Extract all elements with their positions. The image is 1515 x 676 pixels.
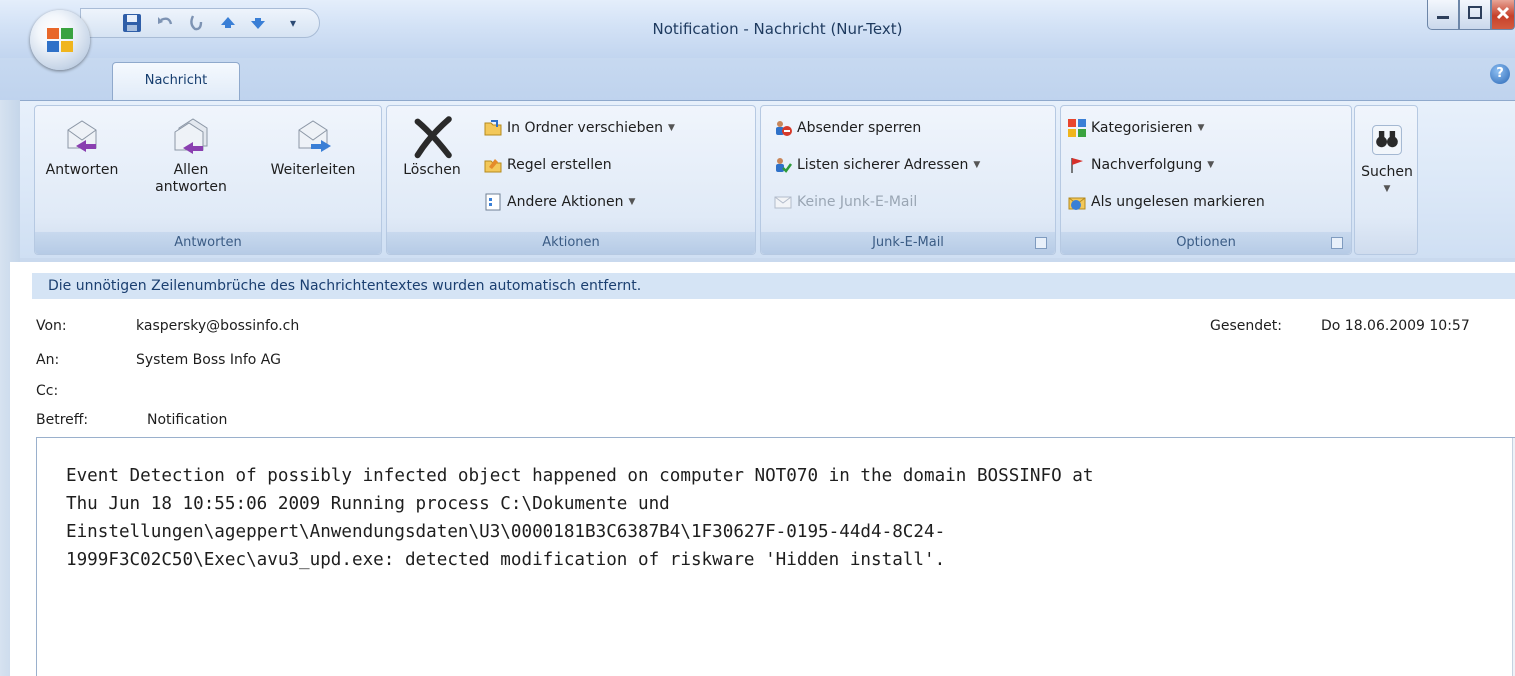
message-pane: Die unnötigen Zeilenumbrüche des Nachric… xyxy=(10,262,1515,676)
body-line: Einstellungen\ageppert\Anwendungsdaten\U… xyxy=(66,522,946,542)
dropdown-arrow-icon: ▼ xyxy=(973,160,981,170)
reply-all-icon xyxy=(174,118,208,154)
group-label-junk: Junk-E-Mail xyxy=(761,232,1055,254)
other-actions-icon xyxy=(485,193,501,211)
search-button[interactable]: Suchen ▼ xyxy=(1355,122,1419,199)
close-button[interactable] xyxy=(1491,0,1515,30)
not-junk-button[interactable]: Keine Junk-E-Mail xyxy=(773,190,917,214)
from-value[interactable]: kaspersky@bossinfo.ch xyxy=(136,318,299,334)
delete-button[interactable]: Löschen xyxy=(389,112,475,179)
group-junk: Absender sperren Listen sicherer Adresse… xyxy=(760,105,1056,255)
group-aktionen: Löschen In Ordner verschieben ▼ Regel ers… xyxy=(386,105,756,255)
cc-label: Cc: xyxy=(36,383,59,399)
dropdown-arrow-icon: ▼ xyxy=(1197,123,1205,133)
move-to-folder-button[interactable]: In Ordner verschieben ▼ xyxy=(483,116,675,140)
body-line: 1999F3C02C50\Exec\avu3_upd.exe: detected… xyxy=(66,550,946,570)
tab-nachricht[interactable]: Nachricht xyxy=(112,62,240,100)
reply-icon xyxy=(67,120,97,152)
office-button[interactable] xyxy=(30,10,90,70)
window-title: Notification - Nachricht (Nur-Text) xyxy=(652,20,903,38)
info-bar[interactable]: Die unnötigen Zeilenumbrüche des Nachric… xyxy=(32,273,1515,299)
sent-value: Do 18.06.2009 10:57 xyxy=(1321,318,1470,334)
message-body-text[interactable]: Event Detection of possibly infected obj… xyxy=(66,462,1466,574)
safe-lists-button[interactable]: Listen sicherer Adressen ▼ xyxy=(773,153,980,177)
categorize-button[interactable]: Kategorisieren ▼ xyxy=(1067,116,1204,140)
reply-all-button[interactable]: Allen antworten xyxy=(145,116,237,196)
from-label: Von: xyxy=(36,318,67,334)
group-label-optionen: Optionen xyxy=(1061,232,1351,254)
tab-row: Nachricht ? xyxy=(0,58,1515,100)
mark-unread-button[interactable]: Als ungelesen markieren xyxy=(1067,190,1265,214)
sent-label: Gesendet: xyxy=(1210,318,1282,334)
move-folder-icon xyxy=(484,120,502,136)
to-value[interactable]: System Boss Info AG xyxy=(136,352,281,368)
minimize-button[interactable] xyxy=(1427,0,1459,30)
create-rule-button[interactable]: Regel erstellen xyxy=(483,153,612,177)
dropdown-arrow-icon: ▼ xyxy=(1383,184,1391,194)
group-label-aktionen: Aktionen xyxy=(387,232,755,254)
other-actions-button[interactable]: Andere Aktionen ▼ xyxy=(483,190,635,214)
group-antworten: Antworten Allen antworten Weiterleiten A… xyxy=(34,105,382,255)
follow-up-button[interactable]: Nachverfolgung ▼ xyxy=(1067,153,1214,177)
forward-button[interactable]: Weiterleiten xyxy=(255,116,371,179)
body-line: Thu Jun 18 10:55:06 2009 Running process… xyxy=(66,494,670,514)
body-line: Event Detection of possibly infected obj… xyxy=(66,466,1094,486)
mark-unread-icon xyxy=(1068,197,1086,210)
maximize-button[interactable] xyxy=(1459,0,1491,30)
dropdown-arrow-icon: ▼ xyxy=(628,197,636,207)
categorize-icon xyxy=(1068,119,1086,137)
subject-value: Notification xyxy=(147,412,228,428)
block-sender-button[interactable]: Absender sperren xyxy=(773,116,921,140)
safe-lists-icon xyxy=(776,158,793,173)
not-junk-icon xyxy=(774,196,792,209)
group-label-antworten: Antworten xyxy=(35,232,381,254)
to-label: An: xyxy=(36,352,60,368)
options-dialog-launcher-icon[interactable] xyxy=(1331,237,1343,249)
to-row: An: System Boss Info AG xyxy=(10,352,1515,372)
from-row: Von: kaspersky@bossinfo.ch Gesendet: Do … xyxy=(10,318,1515,338)
block-sender-icon xyxy=(776,121,792,136)
ribbon: Antworten Allen antworten Weiterleiten A… xyxy=(20,100,1515,258)
help-icon[interactable]: ? xyxy=(1490,64,1510,84)
binoculars-icon xyxy=(1372,125,1402,155)
junk-dialog-launcher-icon[interactable] xyxy=(1035,237,1047,249)
cc-row: Cc: xyxy=(10,383,1515,403)
subject-row: Betreff: Notification xyxy=(10,412,1515,432)
message-body[interactable]: Event Detection of possibly infected obj… xyxy=(36,437,1515,676)
forward-icon xyxy=(298,120,331,152)
delete-icon xyxy=(414,116,452,159)
subject-label: Betreff: xyxy=(36,412,89,428)
rule-icon xyxy=(484,159,502,173)
reply-button[interactable]: Antworten xyxy=(39,116,125,179)
group-suchen: Suchen ▼ xyxy=(1354,105,1418,255)
dropdown-arrow-icon: ▼ xyxy=(1207,160,1215,170)
flag-icon xyxy=(1071,158,1083,173)
dropdown-arrow-icon: ▼ xyxy=(667,123,675,133)
office-logo-icon xyxy=(47,28,73,52)
group-optionen: Kategorisieren ▼ Nachverfolgung ▼ Als unge… xyxy=(1060,105,1352,255)
title-bar: ▾ Notification - Nachricht (Nur-Text) xyxy=(0,0,1515,58)
